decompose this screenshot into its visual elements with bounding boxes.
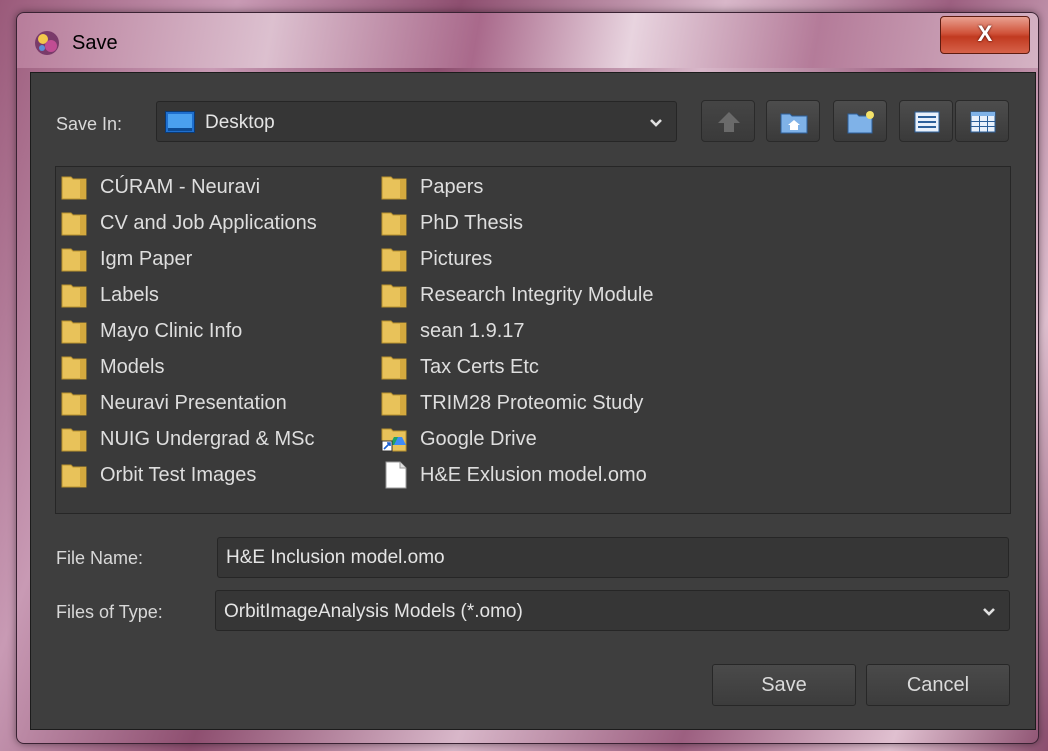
list-item[interactable]: CÚRAM - Neuravi — [60, 171, 260, 203]
folder-icon — [61, 284, 87, 308]
up-one-level-icon — [718, 112, 740, 132]
folder-icon — [381, 248, 407, 272]
list-item[interactable]: Orbit Test Images — [60, 459, 256, 491]
list-view-icon — [914, 111, 940, 133]
list-item[interactable]: H&E Exlusion model.omo — [380, 459, 647, 491]
folder-icon — [381, 212, 407, 236]
folder-icon — [61, 356, 87, 380]
file-icon — [385, 461, 407, 489]
list-item-label: sean 1.9.17 — [420, 319, 525, 342]
folder-icon — [61, 428, 87, 452]
list-item-label: Labels — [100, 283, 159, 306]
close-button[interactable]: X — [940, 16, 1030, 54]
close-icon: X — [977, 21, 993, 46]
list-item-label: Papers — [420, 175, 484, 198]
file-name-input[interactable]: H&E Inclusion model.omo — [217, 537, 1009, 578]
list-item-label: Models — [100, 355, 165, 378]
list-item[interactable]: Mayo Clinic Info — [60, 315, 242, 347]
details-view-icon — [970, 111, 996, 133]
home-icon — [780, 113, 808, 134]
new-folder-icon — [847, 111, 874, 134]
folder-icon — [61, 248, 87, 272]
folder-icon — [381, 320, 407, 344]
file-name-label: File Name: — [56, 548, 144, 568]
chevron-down-icon — [650, 119, 662, 127]
details-view-button[interactable] — [955, 100, 1009, 142]
list-item[interactable]: CV and Job Applications — [60, 207, 317, 239]
folder-icon — [61, 464, 87, 488]
list-item-label: CÚRAM - Neuravi — [100, 175, 261, 198]
list-item[interactable]: TRIM28 Proteomic Study — [380, 387, 643, 419]
home-button[interactable] — [766, 100, 820, 142]
up-one-level-button[interactable] — [701, 100, 755, 142]
list-item[interactable]: Tax Certs Etc — [380, 351, 539, 383]
list-item-label: Mayo Clinic Info — [100, 319, 243, 342]
folder-icon — [61, 392, 87, 416]
list-item[interactable]: Research Integrity Module — [380, 279, 653, 311]
file-type-value: OrbitImageAnalysis Models (*.omo) — [224, 601, 523, 622]
list-item[interactable]: Models — [60, 351, 164, 383]
folder-icon — [381, 284, 407, 308]
list-item[interactable]: Labels — [60, 279, 159, 311]
save-in-value: Desktop — [205, 112, 275, 133]
list-view-button[interactable] — [899, 100, 953, 142]
folder-icon — [381, 176, 407, 200]
list-item[interactable]: NUIG Undergrad & MSc — [60, 423, 315, 455]
list-item-label: H&E Exlusion model.omo — [420, 463, 647, 486]
list-item[interactable]: Papers — [380, 171, 483, 203]
file-type-label: Files of Type: — [56, 602, 163, 622]
folder-icon — [61, 320, 87, 344]
list-item-label: TRIM28 Proteomic Study — [420, 391, 644, 414]
list-item-label: PhD Thesis — [420, 211, 524, 234]
list-item-label: Tax Certs Etc — [420, 355, 539, 378]
folder-icon — [61, 212, 87, 236]
list-item[interactable]: Neuravi Presentation — [60, 387, 287, 419]
desktop-icon — [165, 111, 195, 133]
list-item-label: Orbit Test Images — [100, 463, 257, 486]
list-item-label: CV and Job Applications — [100, 211, 317, 234]
list-item[interactable]: PhD Thesis — [380, 207, 523, 239]
list-item[interactable]: Igm Paper — [60, 243, 192, 275]
file-name-value: H&E Inclusion model.omo — [226, 547, 445, 568]
list-item-label: NUIG Undergrad & MSc — [100, 427, 315, 450]
list-item-label: Google Drive — [420, 427, 537, 450]
window-title: Save — [72, 32, 118, 54]
list-item[interactable]: Google Drive — [380, 423, 537, 455]
list-item[interactable]: sean 1.9.17 — [380, 315, 525, 347]
cancel-button[interactable]: Cancel — [866, 664, 1010, 706]
list-item-label: Neuravi Presentation — [100, 391, 287, 414]
list-item-label: Pictures — [420, 247, 493, 270]
folder-icon — [61, 176, 87, 200]
list-item-label: Igm Paper — [100, 247, 193, 270]
save-in-dropdown[interactable]: Desktop — [156, 101, 677, 142]
app-icon — [35, 31, 59, 55]
folder-icon — [381, 356, 407, 380]
new-folder-button[interactable] — [833, 100, 887, 142]
file-type-dropdown[interactable]: OrbitImageAnalysis Models (*.omo) — [215, 590, 1010, 631]
folder-icon — [381, 392, 407, 416]
list-item[interactable]: Pictures — [380, 243, 492, 275]
chevron-down-icon — [983, 608, 995, 616]
list-item-label: Research Integrity Module — [420, 283, 654, 306]
save-in-label: Save In: — [56, 114, 123, 134]
save-button[interactable]: Save — [712, 664, 856, 706]
shortcut-folder-icon — [381, 428, 407, 452]
